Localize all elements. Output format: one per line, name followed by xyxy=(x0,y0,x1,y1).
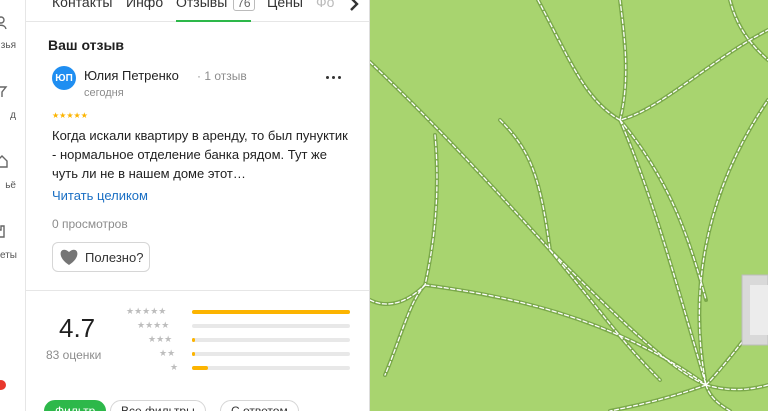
rating-bar-fill xyxy=(192,352,196,356)
rating-row-stars: ★★★★ xyxy=(137,320,170,330)
rating-bar-track xyxy=(192,366,350,370)
house-icon xyxy=(0,155,8,168)
filter-chip-answered[interactable]: С ответом xyxy=(220,400,299,411)
rail-item-label: зья xyxy=(0,40,16,51)
tab-reviews-label: Отзывы xyxy=(176,0,228,10)
tab-photos[interactable]: Фо xyxy=(316,0,334,10)
rating-row-5: ★★★★★ xyxy=(126,305,356,319)
rating-row-stars: ★★★ xyxy=(148,334,173,344)
filter-icon xyxy=(0,86,8,97)
people-icon xyxy=(0,16,7,30)
rating-bar-fill xyxy=(192,366,208,370)
rail-item-filter[interactable]: д xyxy=(0,110,26,121)
review-rating-stars: ★★★★★ xyxy=(52,111,88,120)
tab-info[interactable]: Инфо xyxy=(126,0,163,10)
rating-row-3: ★★★ xyxy=(126,333,356,347)
divider xyxy=(26,290,369,291)
tab-reviews[interactable]: Отзывы 76 xyxy=(176,0,255,11)
filter-chip-all[interactable]: Все фильтры xyxy=(110,400,206,411)
rating-bar-track xyxy=(192,324,350,328)
map-view[interactable] xyxy=(370,0,768,411)
org-panel: Контакты Инфо Отзывы 76 Цены Фо Ваш отзы… xyxy=(26,0,370,411)
author-review-count: · 1 отзыв xyxy=(197,69,247,83)
rating-row-2: ★★ xyxy=(126,347,356,361)
useful-label: Полезно? xyxy=(85,249,144,265)
rail-item-label: еты xyxy=(0,250,17,261)
tab-prices[interactable]: Цены xyxy=(267,0,303,10)
filter-chip-main[interactable]: Фильтр xyxy=(44,400,107,411)
rating-count: 83 оценки xyxy=(46,348,102,362)
review-date: сегодня xyxy=(84,87,124,99)
rating-row-stars: ★★ xyxy=(159,348,176,358)
rail-item-house[interactable]: ьё xyxy=(0,180,26,191)
useful-button[interactable]: Полезно? xyxy=(52,242,150,272)
notification-dot xyxy=(0,380,6,390)
rating-bar-track xyxy=(192,338,350,342)
views-count: 0 просмотров xyxy=(52,217,128,231)
more-options-icon[interactable] xyxy=(326,72,346,82)
tab-bar: Контакты Инфо Отзывы 76 Цены Фо xyxy=(26,0,369,22)
rating-row-4: ★★★★ xyxy=(126,319,356,333)
rating-distribution: ★★★★★ ★★★★ ★★★ ★★ ★ xyxy=(126,305,356,375)
rating-bar-track xyxy=(192,310,350,314)
hand-icon xyxy=(0,225,5,238)
rail-item-hand[interactable]: еты xyxy=(0,250,26,261)
tab-active-indicator xyxy=(176,20,251,22)
heart-icon xyxy=(60,249,78,265)
rating-bar-fill xyxy=(192,338,196,342)
left-rail: зья д ьё еты xyxy=(0,0,26,411)
read-more-link[interactable]: Читать целиком xyxy=(52,188,148,203)
average-rating: 4.7 xyxy=(59,313,96,343)
rail-item-people[interactable]: зья xyxy=(0,40,26,51)
rating-bar-fill xyxy=(192,310,350,314)
rating-row-stars: ★ xyxy=(170,362,179,372)
map-paths xyxy=(370,0,768,411)
chevron-right-icon[interactable] xyxy=(346,0,362,12)
review-text: Когда искали квартиру в аренду, то был п… xyxy=(52,128,348,181)
section-title: Ваш отзыв xyxy=(48,37,125,53)
rating-row-stars: ★★★★★ xyxy=(126,306,167,316)
review-author[interactable]: Юлия Петренко xyxy=(84,68,179,83)
avatar[interactable]: ЮП xyxy=(52,66,76,90)
rating-bar-track xyxy=(192,352,350,356)
rail-item-label: ьё xyxy=(5,180,16,191)
rating-row-1: ★ xyxy=(126,361,356,375)
tab-reviews-count: 76 xyxy=(233,0,255,11)
tab-contacts[interactable]: Контакты xyxy=(52,0,112,10)
rail-item-label: д xyxy=(10,110,16,121)
